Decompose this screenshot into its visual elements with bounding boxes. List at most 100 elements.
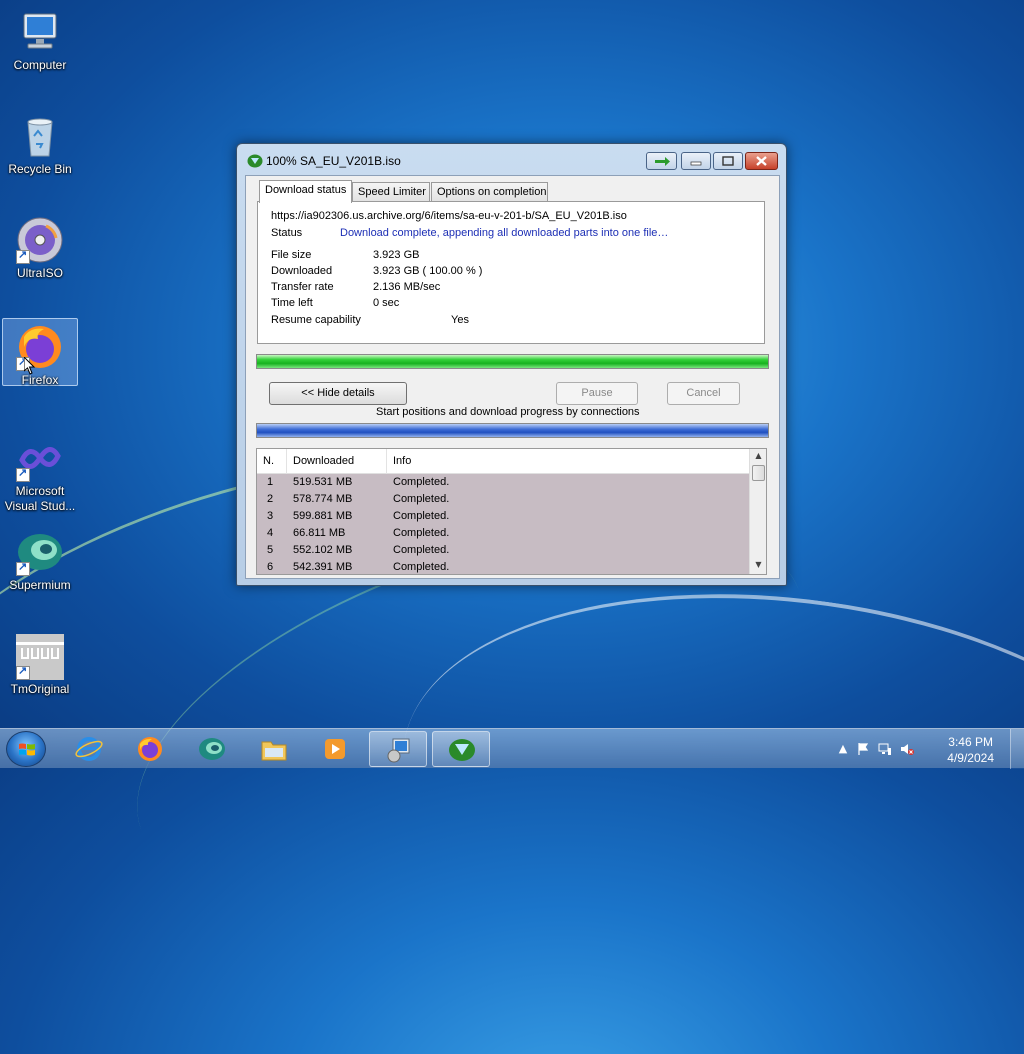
row-info: Completed. [393, 510, 450, 522]
minimize-button[interactable] [681, 152, 711, 170]
maximize-icon [722, 156, 734, 166]
mouse-cursor-icon [24, 357, 36, 375]
resume-capability-value: Yes [451, 314, 469, 326]
column-header-downloaded[interactable]: Downloaded [287, 449, 387, 474]
maximize-button[interactable] [713, 152, 743, 170]
show-desktop-button[interactable] [1010, 729, 1024, 769]
taskbar-supermium[interactable] [183, 731, 241, 767]
taskbar-control-panel[interactable] [369, 731, 427, 767]
time-left-label: Time left [271, 297, 313, 309]
volume-muted-icon[interactable] [900, 742, 914, 756]
window-client-area: Download status Speed Limiter Options on… [245, 175, 780, 579]
desktop-icon-label: Computer [13, 58, 67, 72]
desktop-icon-label: TmOriginal [10, 682, 70, 696]
window-titlebar[interactable]: 100% SA_EU_V201B.iso [237, 144, 786, 176]
supermium-icon [199, 738, 225, 760]
idm-icon [247, 154, 263, 168]
row-downloaded: 599.881 MB [293, 510, 353, 522]
taskbar-clock[interactable]: 3:46 PM 4/9/2024 [947, 734, 994, 766]
table-body: 1 519.531 MB Completed. 2 578.774 MB Com… [257, 474, 750, 574]
minimize-icon [690, 161, 702, 166]
desktop-icon-label: Supermium [9, 578, 71, 592]
transfer-rate-value: 2.136 MB/sec [373, 281, 441, 293]
row-number: 3 [267, 510, 274, 522]
row-info: Completed. [393, 476, 450, 488]
firefox-icon [138, 737, 162, 761]
desktop-icon-label: Microsoft Visual Stud... [4, 484, 76, 513]
hide-details-button[interactable]: << Hide details [269, 382, 407, 405]
taskbar-file-explorer[interactable] [245, 731, 303, 767]
start-button[interactable] [6, 731, 46, 767]
media-player-icon [325, 739, 345, 759]
row-downloaded: 578.774 MB [293, 493, 353, 505]
shortcut-arrow-icon [16, 248, 30, 264]
download-url: https://ia902306.us.archive.org/6/items/… [271, 210, 627, 222]
status-label: Status [271, 227, 303, 239]
cancel-button[interactable]: Cancel [667, 382, 740, 405]
desktop-icon-visual-studio[interactable]: Microsoft Visual Stud... [2, 430, 78, 513]
column-header-number[interactable]: N. [257, 449, 287, 474]
action-center-flag-icon[interactable] [856, 742, 870, 756]
arrow-right-icon [655, 157, 670, 166]
connections-table: N. Downloaded Info 1 519.531 MB Complete… [256, 448, 767, 575]
system-tray: ▲ 3:46 PM 4/9/2024 [834, 729, 1024, 769]
desktop-icon-label: Recycle Bin [8, 162, 72, 176]
taskbar-internet-explorer[interactable] [60, 731, 118, 767]
scroll-thumb[interactable] [752, 465, 765, 481]
row-downloaded: 519.531 MB [293, 476, 353, 488]
desktop-icon-label: Firefox [21, 373, 59, 387]
desktop-icon-supermium[interactable]: Supermium [2, 524, 78, 596]
tab-download-status[interactable]: Download status [259, 180, 352, 203]
desktop-icon-computer[interactable]: Computer [2, 4, 78, 76]
connections-progress-bar [256, 423, 769, 438]
close-button[interactable] [745, 152, 778, 170]
row-downloaded: 542.391 MB [293, 561, 353, 573]
row-info: Completed. [393, 493, 450, 505]
windows-logo-icon [19, 743, 35, 756]
taskbar: ▲ 3:46 PM 4/9/2024 [0, 728, 1024, 769]
row-number: 6 [267, 561, 274, 573]
tab-speed-limiter[interactable]: Speed Limiter [352, 182, 430, 202]
scroll-up-icon[interactable]: ▲ [750, 451, 766, 465]
resume-capability-label: Resume capability [271, 314, 361, 326]
taskbar-firefox[interactable] [121, 731, 179, 767]
desktop-icon-firefox[interactable]: Firefox [2, 318, 78, 387]
shortcut-arrow-icon [16, 664, 30, 680]
taskbar-idm[interactable] [432, 731, 490, 767]
computer-icon [16, 8, 64, 56]
shortcut-arrow-icon [16, 466, 30, 482]
scroll-down-icon[interactable]: ▼ [750, 560, 766, 574]
desktop-icon-recycle-bin[interactable]: Recycle Bin [2, 108, 78, 180]
downloaded-value: 3.923 GB ( 100.00 % ) [373, 265, 483, 277]
recycle-bin-icon [16, 112, 64, 160]
shortcut-arrow-icon [16, 560, 30, 576]
close-icon [756, 156, 767, 166]
row-number: 5 [267, 544, 274, 556]
desktop-icon-ultraiso[interactable]: UltraISO [2, 212, 78, 284]
table-row[interactable]: 3 599.881 MB Completed. [257, 508, 750, 525]
download-progress-bar [256, 354, 769, 369]
table-row[interactable]: 5 552.102 MB Completed. [257, 542, 750, 559]
download-window: 100% SA_EU_V201B.iso Download status Spe… [236, 143, 787, 586]
pause-button[interactable]: Pause [556, 382, 638, 405]
table-scrollbar[interactable]: ▲ ▼ [749, 449, 766, 574]
table-row[interactable]: 2 578.774 MB Completed. [257, 491, 750, 508]
row-info: Completed. [393, 527, 450, 539]
minimize-to-tray-button[interactable] [646, 152, 677, 170]
window-title: 100% SA_EU_V201B.iso [266, 154, 401, 168]
row-number: 2 [267, 493, 274, 505]
tab-options-on-completion[interactable]: Options on completion [431, 182, 548, 202]
network-icon[interactable] [878, 742, 892, 756]
show-hidden-icons-icon[interactable]: ▲ [836, 742, 850, 756]
tmoriginal-icon [16, 632, 64, 680]
taskbar-media-player[interactable] [306, 731, 364, 767]
time-left-value: 0 sec [373, 297, 400, 309]
table-row[interactable]: 4 66.811 MB Completed. [257, 525, 750, 542]
status-value: Download complete, appending all downloa… [340, 227, 669, 239]
table-row[interactable]: 1 519.531 MB Completed. [257, 474, 750, 491]
idm-icon [449, 739, 475, 761]
row-downloaded: 552.102 MB [293, 544, 353, 556]
column-header-info[interactable]: Info [387, 449, 739, 474]
desktop-icon-tmoriginal[interactable]: TmOriginal [2, 628, 78, 700]
table-row[interactable]: 6 542.391 MB Completed. [257, 559, 750, 574]
